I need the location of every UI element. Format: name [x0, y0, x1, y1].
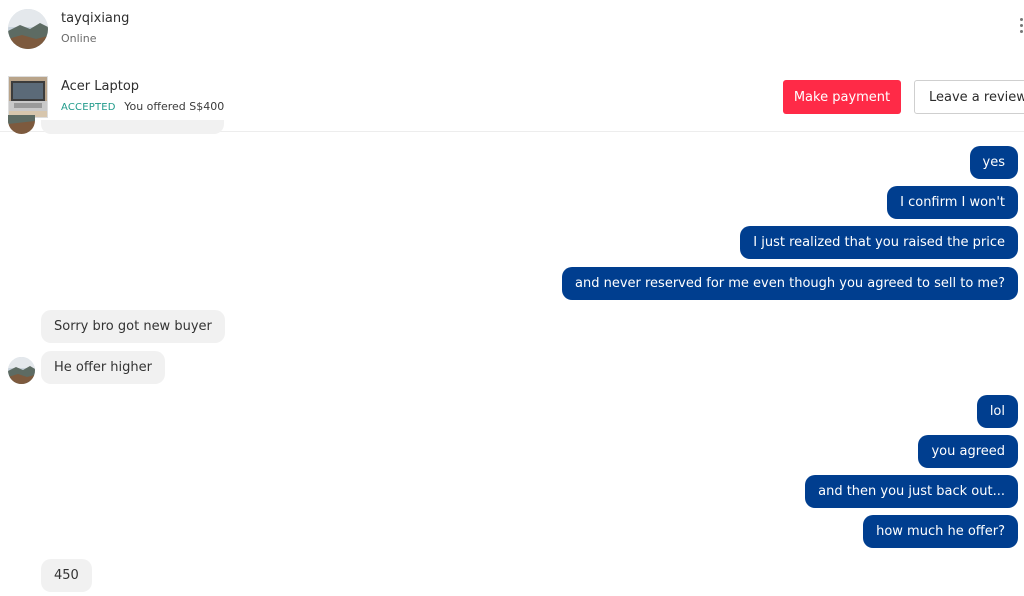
avatar-photo-icon [8, 9, 48, 49]
message-bubble: you agreed [918, 435, 1018, 468]
make-payment-button[interactable]: Make payment [783, 80, 901, 114]
leave-review-button[interactable]: Leave a review [914, 80, 1024, 114]
user-avatar[interactable] [8, 9, 48, 49]
message-bubble: 450 [41, 559, 92, 592]
message-bubble: how much he offer? [863, 515, 1018, 548]
more-vertical-icon[interactable] [1018, 18, 1024, 36]
message-bubble: I confirm I won't [887, 186, 1018, 219]
avatar-photo-icon [8, 357, 35, 384]
listing-thumbnail[interactable] [8, 76, 48, 118]
user-status: Online [61, 32, 97, 45]
listing-meta: ACCEPTED You offered S$400 [61, 100, 224, 113]
message-bubble: and never reserved for me even though yo… [562, 267, 1018, 300]
message-bubble: yes [969, 146, 1018, 179]
user-name[interactable]: tayqixiang [61, 11, 129, 26]
offer-status-badge: ACCEPTED [61, 102, 116, 113]
message-bubble: lol [976, 395, 1018, 428]
offer-amount-text: You offered S$400 [124, 100, 225, 113]
partial-message-bubble [41, 120, 224, 134]
chat-header: tayqixiang Online [0, 0, 1024, 62]
message-bubble: and then you just back out... [805, 475, 1018, 508]
message-bubble: Sorry bro got new buyer [41, 310, 225, 343]
laptop-photo-icon [9, 77, 47, 117]
message-bubble: He offer higher [41, 351, 165, 384]
sender-avatar[interactable] [8, 357, 35, 384]
listing-title[interactable]: Acer Laptop [61, 79, 139, 94]
message-bubble: I just realized that you raised the pric… [740, 226, 1018, 259]
